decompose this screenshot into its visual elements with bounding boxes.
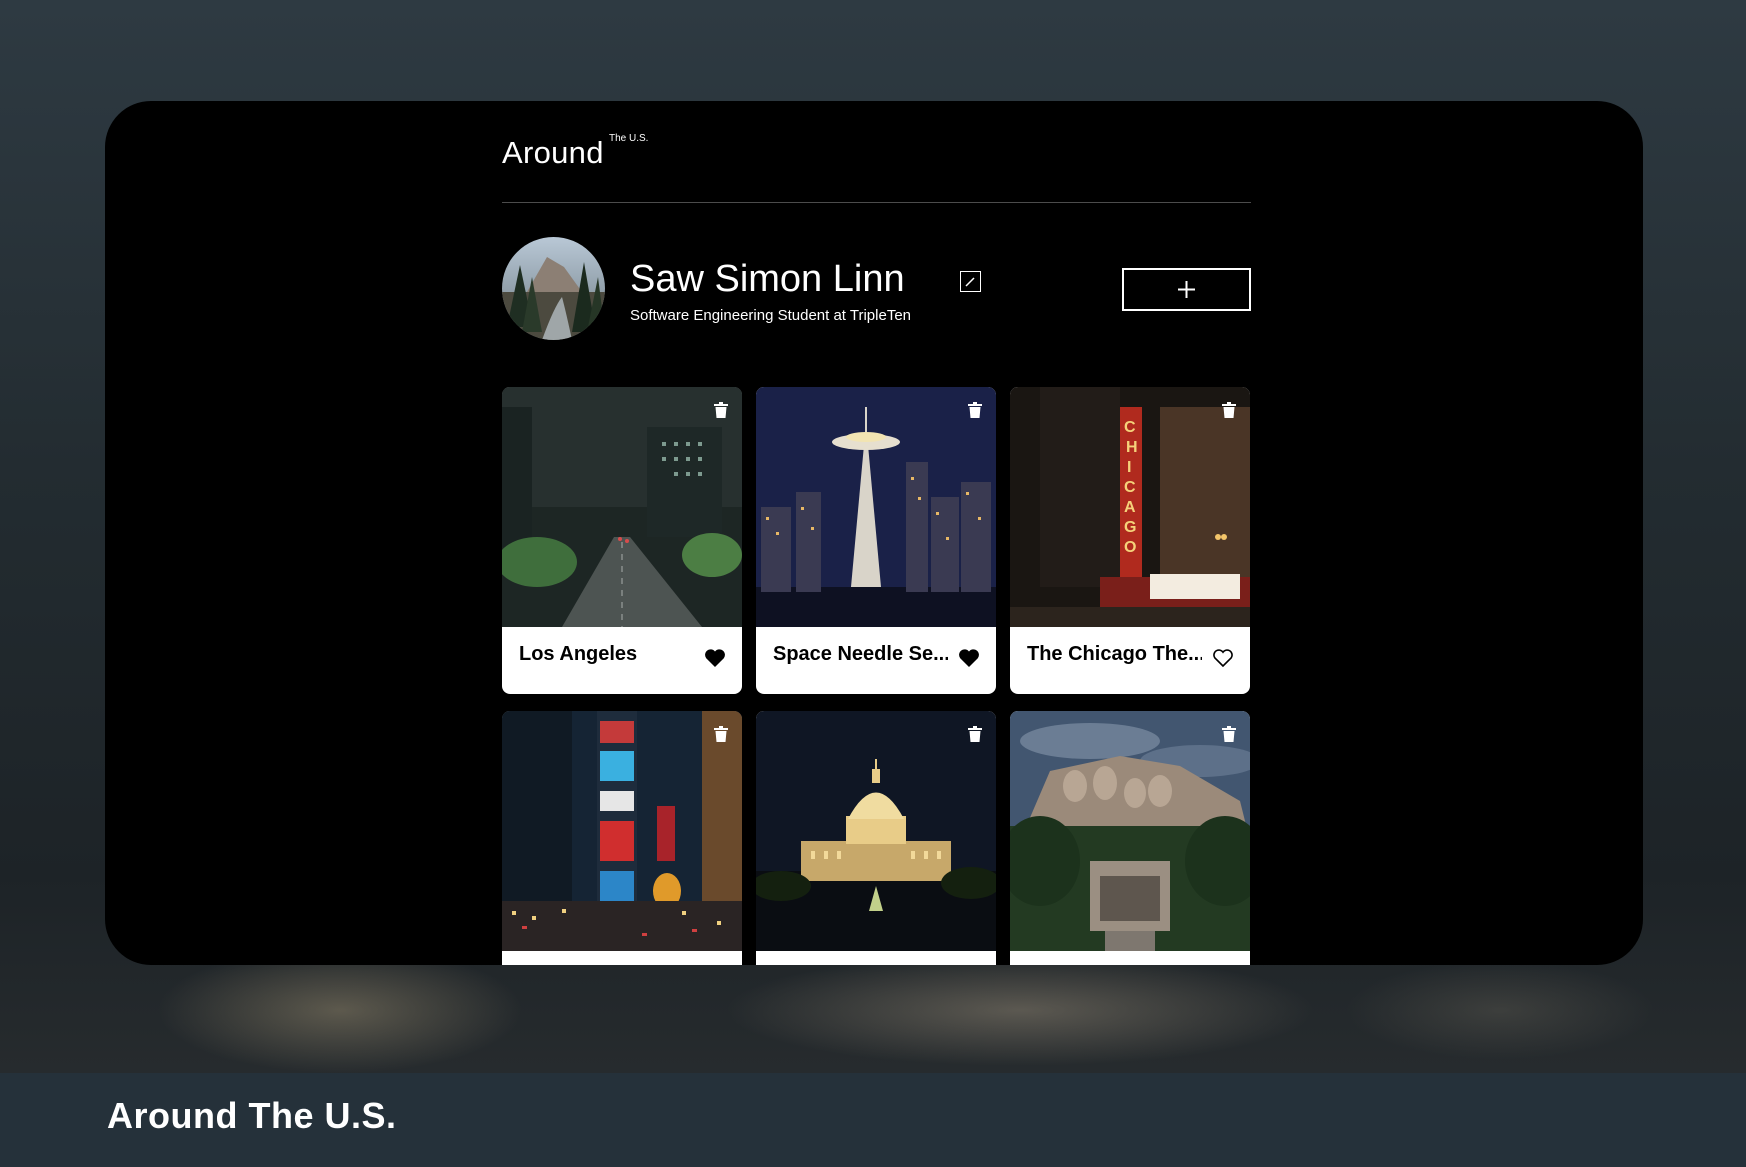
add-card-button[interactable] [1122, 268, 1251, 311]
edit-profile-button[interactable] [960, 271, 981, 292]
trash-icon[interactable] [966, 725, 984, 743]
card-image-chicago-theatre[interactable]: CHI CAGO [1010, 387, 1250, 627]
svg-text:O: O [1124, 539, 1136, 556]
card-image-space-needle[interactable] [756, 387, 996, 627]
page: Around The U.S. Saw Simon Linn Software … [502, 101, 1251, 965]
card-image-us-capitol[interactable] [756, 711, 996, 951]
caption-title: Around The U.S. [107, 1095, 397, 1136]
card: Space Needle Se... [756, 387, 996, 694]
card-title: Space Needle Se... [773, 643, 948, 665]
card [756, 711, 996, 965]
trash-icon[interactable] [712, 401, 730, 419]
forest-avatar-icon [502, 237, 605, 340]
svg-text:C: C [1124, 479, 1136, 496]
svg-text:I: I [1127, 459, 1131, 476]
trash-icon[interactable] [1220, 725, 1238, 743]
card [502, 711, 742, 965]
header-divider [502, 202, 1251, 203]
trash-icon[interactable] [1220, 401, 1238, 419]
svg-text:C: C [1124, 419, 1136, 436]
card-title: The Chicago The... [1027, 643, 1202, 665]
trash-icon[interactable] [712, 725, 730, 743]
trash-icon[interactable] [966, 401, 984, 419]
logo-superscript: The U.S. [609, 133, 649, 144]
card-title: Los Angeles [519, 643, 638, 665]
card: Los Angeles [502, 387, 742, 694]
svg-text:A: A [1124, 499, 1136, 516]
pencil-icon [965, 277, 975, 287]
card-image-mount-rushmore[interactable] [1010, 711, 1250, 951]
heart-filled-icon[interactable] [704, 648, 726, 668]
svg-text:H: H [1126, 439, 1138, 456]
card [1010, 711, 1250, 965]
card-image-los-angeles[interactable] [502, 387, 742, 627]
caption-bar: Around The U.S. [0, 1073, 1746, 1167]
card-image-times-square[interactable] [502, 711, 742, 951]
logo: Around [502, 135, 604, 170]
avatar[interactable] [502, 237, 605, 340]
card: CHI CAGO The Chicago The... [1010, 387, 1250, 694]
browser-frame: Around The U.S. Saw Simon Linn Software … [105, 101, 1643, 965]
heart-outline-icon[interactable] [1212, 648, 1234, 668]
plus-icon [1178, 281, 1195, 298]
profile-description: Software Engineering Student at TripleTe… [630, 307, 912, 324]
svg-text:G: G [1124, 519, 1136, 536]
profile-name: Saw Simon Linn [630, 258, 905, 300]
heart-filled-icon[interactable] [958, 648, 980, 668]
